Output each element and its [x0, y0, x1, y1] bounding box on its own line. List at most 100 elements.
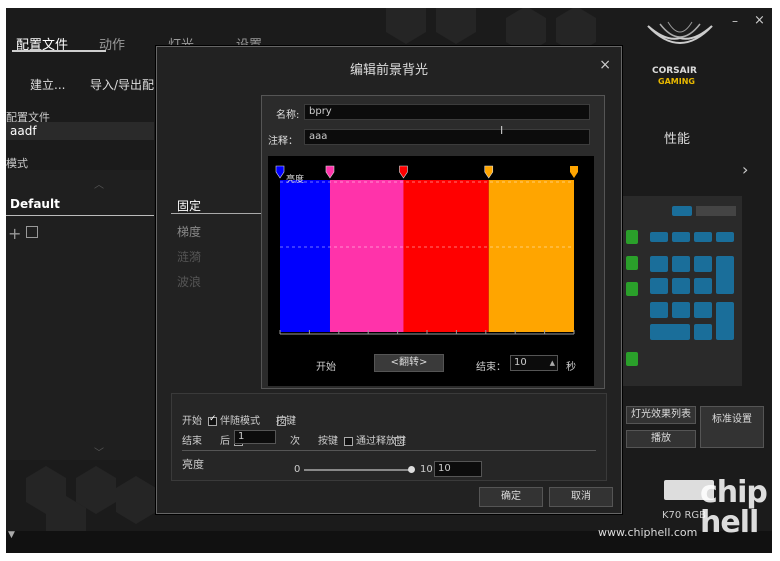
- key[interactable]: [650, 256, 668, 272]
- key[interactable]: [694, 324, 712, 340]
- trigger-options: 开始 伴随模式 按键 结束 后 1 次 按键 通过释放键 亮度 0 10 10: [171, 393, 607, 481]
- key[interactable]: [716, 232, 734, 242]
- key[interactable]: [716, 302, 734, 340]
- brightness-label: 亮度: [182, 458, 204, 471]
- options-divider: [182, 450, 596, 451]
- key[interactable]: [626, 282, 638, 296]
- mode-wave[interactable]: 波浪: [177, 273, 201, 290]
- next-arrow-icon[interactable]: ›: [742, 160, 748, 179]
- key[interactable]: [694, 278, 712, 294]
- tab-underline: [12, 50, 106, 52]
- color-marker[interactable]: [325, 165, 335, 179]
- edit-lighting-dialog: 编辑前景背光 × 固定 梯度 涟漪 波浪 名称: bpry 注释： aaa I …: [156, 46, 622, 514]
- standard-settings-button[interactable]: 标准设置: [700, 406, 764, 448]
- ok-button[interactable]: 确定: [479, 487, 543, 507]
- profile-select[interactable]: aadf: [6, 122, 154, 140]
- end-label: 结束: [182, 436, 202, 447]
- end-keypress-checkbox[interactable]: [344, 437, 354, 446]
- key[interactable]: [650, 232, 668, 242]
- key[interactable]: [672, 278, 690, 294]
- brand-line2: GAMING: [658, 77, 695, 86]
- release-key-label: 通过释放键: [356, 436, 406, 447]
- key[interactable]: [672, 206, 692, 216]
- start-keypress-label: 按键: [276, 416, 296, 427]
- profile-value: aadf: [10, 124, 37, 138]
- key[interactable]: [672, 232, 690, 242]
- end-keypress-label: 按键: [318, 436, 338, 447]
- cancel-button[interactable]: 取消: [549, 487, 613, 507]
- color-band[interactable]: [280, 180, 330, 332]
- spinner-arrows-icon[interactable]: ▲: [550, 356, 555, 370]
- play-button[interactable]: 播放: [626, 430, 696, 448]
- minimize-icon[interactable]: –: [732, 14, 738, 28]
- end-time-value: 10: [514, 357, 527, 368]
- scroll-up-icon[interactable]: ︿: [94, 176, 104, 191]
- mode-item-default[interactable]: Default: [6, 194, 154, 216]
- color-band[interactable]: [403, 180, 489, 332]
- site-watermark: www.chiphell.com: [598, 526, 698, 539]
- key[interactable]: [672, 256, 690, 272]
- import-export-link[interactable]: 导入/导出配: [90, 76, 154, 93]
- key[interactable]: [694, 232, 712, 242]
- color-marker-end[interactable]: [570, 166, 578, 178]
- color-band[interactable]: [488, 180, 574, 332]
- add-icon[interactable]: +: [8, 224, 21, 243]
- app-window: 配置文件 动作 灯光 设置 – × 建立... 导入/导出配 配置文件 aadf…: [6, 8, 772, 553]
- follow-mode-label: 伴随模式: [220, 416, 260, 427]
- brightness-value: 10: [438, 463, 451, 474]
- effects-list-button[interactable]: 灯光效果列表: [626, 406, 696, 424]
- brand-line1: CORSAIR: [652, 66, 697, 76]
- text-cursor-icon: I: [500, 124, 504, 137]
- expand-icon[interactable]: ▼: [8, 530, 15, 540]
- timeline-graph: [275, 165, 578, 335]
- follow-mode-checkbox[interactable]: [208, 414, 217, 426]
- brightness-slider-track[interactable]: [304, 469, 412, 471]
- mode-item-label: Default: [10, 197, 60, 211]
- end-time-input[interactable]: 10 ▲: [510, 355, 558, 371]
- slider-max-label: 10: [420, 464, 433, 475]
- key[interactable]: [716, 256, 734, 294]
- keyboard-preview: [622, 196, 742, 386]
- color-marker[interactable]: [275, 165, 285, 179]
- key[interactable]: [650, 302, 668, 318]
- tab-actions[interactable]: 动作: [99, 34, 125, 53]
- key[interactable]: [626, 230, 638, 244]
- brightness-slider-handle[interactable]: [408, 466, 415, 473]
- flip-button[interactable]: <翻转>: [374, 354, 444, 372]
- color-band[interactable]: [329, 180, 404, 332]
- brightness-input[interactable]: 10: [434, 461, 482, 477]
- effect-editor: 名称: bpry 注释： aaa I 亮度 开始 <翻转> 结束： 10 ▲ 秒: [261, 95, 605, 389]
- key[interactable]: [626, 352, 638, 366]
- name-input[interactable]: bpry: [304, 104, 590, 120]
- create-profile-link[interactable]: 建立...: [30, 76, 65, 93]
- key[interactable]: [694, 256, 712, 272]
- color-marker[interactable]: [399, 165, 408, 179]
- key[interactable]: [650, 324, 690, 340]
- after-label: 后: [220, 436, 230, 447]
- times-label: 次: [290, 436, 300, 447]
- mode-underline: [171, 213, 261, 214]
- mode-gradient[interactable]: 梯度: [177, 223, 201, 240]
- mode-ripple[interactable]: 涟漪: [177, 248, 201, 265]
- key[interactable]: [626, 256, 638, 270]
- key[interactable]: [650, 278, 668, 294]
- note-input[interactable]: aaa: [304, 129, 590, 145]
- scroll-down-icon[interactable]: ﹀: [94, 444, 104, 459]
- end-time-label: 结束：: [476, 362, 506, 373]
- start-label: 开始: [182, 416, 202, 427]
- dialog-title: 编辑前景背光: [349, 63, 428, 78]
- seconds-unit: 秒: [566, 362, 576, 373]
- close-window-icon[interactable]: ×: [754, 13, 765, 28]
- times-input[interactable]: 1: [234, 430, 276, 444]
- key[interactable]: [672, 302, 690, 318]
- dialog-close-icon[interactable]: ×: [599, 57, 611, 73]
- color-marker[interactable]: [484, 165, 494, 179]
- import-icon[interactable]: [26, 226, 38, 238]
- brightness-tag: 亮度: [286, 175, 305, 185]
- performance-tab[interactable]: 性能: [664, 128, 690, 147]
- key[interactable]: [694, 302, 712, 318]
- slider-min-label: 0: [294, 464, 301, 475]
- name-label: 名称:: [276, 110, 300, 121]
- note-label: 注释：: [268, 136, 298, 147]
- mode-fixed[interactable]: 固定: [177, 197, 201, 214]
